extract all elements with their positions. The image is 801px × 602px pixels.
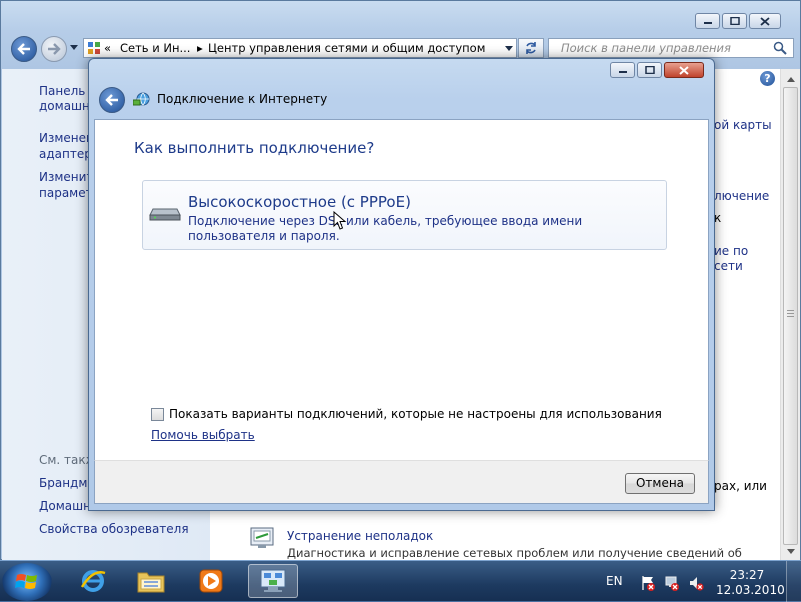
network-icon[interactable]: [664, 575, 680, 591]
network-center-icon: [260, 569, 286, 592]
see-also-homegroup[interactable]: Домашн: [39, 498, 91, 514]
clock-date: 12.03.2010: [716, 583, 785, 597]
taskbar-internet-explorer[interactable]: [68, 564, 118, 598]
address-overflow[interactable]: «: [104, 41, 111, 55]
taskbar: EN 23:27 12.03.2010: [0, 560, 801, 602]
action-center-icon[interactable]: [640, 575, 656, 591]
internet-connection-dialog: Подключение к Интернету Как выполнить по…: [88, 58, 715, 511]
maximize-icon: [644, 66, 655, 74]
folder-icon: [137, 572, 165, 593]
maximize-button[interactable]: [722, 13, 747, 29]
main-text-fragment-or: рах, или: [714, 479, 767, 493]
refresh-button[interactable]: [518, 38, 544, 58]
cancel-button[interactable]: Отмена: [625, 473, 695, 494]
system-clock[interactable]: 23:27 12.03.2010: [716, 568, 785, 598]
taskbar-network-center[interactable]: [248, 564, 298, 598]
dialog-heading: Как выполнить подключение?: [134, 139, 375, 157]
dialog-maximize-button[interactable]: [637, 62, 662, 78]
language-indicator[interactable]: EN: [606, 574, 623, 588]
main-link-fragment-map[interactable]: ой карты: [714, 117, 772, 133]
dialog-close-button[interactable]: [664, 62, 704, 78]
start-button[interactable]: [2, 563, 52, 601]
mouse-cursor-icon: [333, 211, 347, 230]
left-link-adapter-1[interactable]: Изменен: [39, 130, 94, 146]
window-caption-buttons: [693, 13, 781, 31]
windows-start-icon: [15, 574, 37, 589]
help-icon[interactable]: ?: [760, 71, 775, 86]
help-me-choose-link[interactable]: Помочь выбрать: [151, 428, 255, 442]
refresh-icon: [526, 42, 536, 54]
address-segment-network[interactable]: Сеть и Ин...: [120, 41, 190, 55]
internet-explorer-icon: [80, 570, 106, 592]
troubleshoot-icon: [250, 527, 274, 548]
search-placeholder: Поиск в панели управления: [561, 41, 731, 55]
forward-arrow-icon: [48, 43, 61, 55]
clock-time: 23:27: [729, 568, 765, 582]
main-text-fragment: к: [714, 211, 722, 225]
search-icon[interactable]: [773, 41, 787, 55]
dialog-title: Подключение к Интернету: [157, 92, 328, 106]
see-also-firewall[interactable]: Брандма: [39, 475, 95, 491]
show-unconfigured-label[interactable]: Показать варианты подключений, которые н…: [169, 407, 662, 421]
option-description: Подключение через DSL или кабель, требую…: [188, 214, 583, 243]
back-button[interactable]: [11, 36, 37, 62]
troubleshoot-link[interactable]: Устранение неполадок: [287, 528, 433, 544]
minimize-icon: [618, 71, 627, 73]
vertical-scrollbar[interactable]: [780, 69, 800, 560]
main-link-fragment-connection[interactable]: лючение: [714, 188, 769, 204]
dialog-footer: [94, 460, 709, 504]
main-link-fragment-by[interactable]: ие по: [714, 243, 748, 259]
address-bar[interactable]: « Сеть и Ин... ▸ Центр управления сетями…: [83, 38, 517, 58]
scroll-thumb[interactable]: [783, 87, 798, 545]
scroll-down-button[interactable]: [784, 545, 797, 558]
recent-pages-dropdown-icon[interactable]: [70, 45, 78, 51]
minimize-button[interactable]: [695, 13, 720, 29]
dialog-caption-buttons: [608, 62, 704, 80]
close-button[interactable]: [749, 13, 781, 29]
see-also-internet-options[interactable]: Свойства обозревателя: [39, 521, 189, 537]
search-input[interactable]: Поиск в панели управления: [548, 38, 794, 58]
back-arrow-icon: [17, 43, 30, 55]
taskbar-explorer[interactable]: [126, 564, 176, 598]
main-link-fragment-network[interactable]: сети: [714, 258, 743, 274]
network-icon: [133, 92, 150, 106]
troubleshoot-description: Диагностика и исправление сетевых пробле…: [287, 546, 742, 559]
modem-icon: [149, 208, 181, 221]
forward-button[interactable]: [41, 36, 67, 62]
address-segment-network-center[interactable]: Центр управления сетями и общим доступом: [208, 41, 485, 55]
show-unconfigured-checkbox[interactable]: [151, 408, 164, 421]
close-icon: [679, 65, 689, 75]
scroll-up-button[interactable]: [784, 73, 797, 86]
taskbar-media-player[interactable]: [186, 564, 236, 598]
dialog-minimize-button[interactable]: [610, 62, 635, 78]
pppoe-connection-option[interactable]: Высокоскоростное (с PPPoE) Подключение ч…: [142, 180, 667, 250]
back-arrow-icon: [105, 94, 118, 106]
address-separator: ▸: [197, 41, 203, 55]
volume-muted-icon[interactable]: [688, 575, 704, 591]
media-player-icon: [199, 569, 223, 593]
option-title[interactable]: Высокоскоростное (с PPPoE): [188, 193, 411, 211]
left-link-settings-1[interactable]: Изменит: [39, 169, 93, 185]
address-dropdown-icon[interactable]: [505, 46, 513, 51]
show-desktop-button[interactable]: [786, 561, 801, 602]
minimize-icon: [703, 22, 712, 24]
control-panel-icon: [88, 42, 100, 54]
dialog-back-button[interactable]: [99, 87, 125, 113]
maximize-icon: [729, 17, 740, 25]
close-icon: [760, 16, 770, 26]
